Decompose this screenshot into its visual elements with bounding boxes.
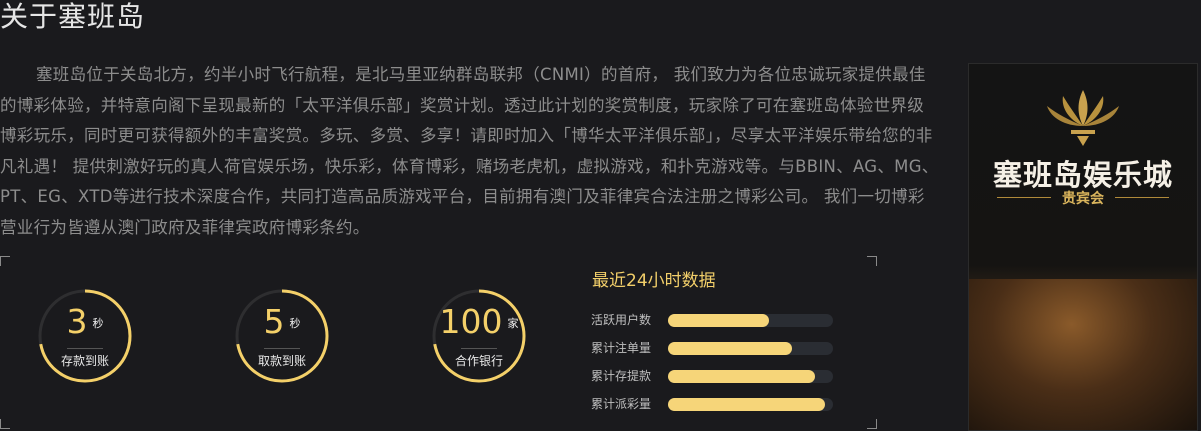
corner-decoration [867,256,877,266]
progress-fill [668,398,825,411]
promo-banner[interactable]: 塞班岛娱乐城 贵宾会 [968,63,1198,431]
stat-value: 3秒 [66,302,104,341]
stat-value: 100 家 [439,302,519,341]
corner-decoration [867,419,877,429]
corner-decoration [0,256,10,266]
progress-fill [668,370,815,383]
data-title: 最近24小时数据 [592,271,716,291]
bar-label: 累计注单量 [591,341,652,355]
crown-logo-icon [1047,90,1119,146]
stat-label: 合作银行 [454,354,503,368]
promo-subtitle: 贵宾会 [1062,191,1104,207]
progress-track [668,342,833,355]
intro-paragraph: 塞班岛位于关岛北方，约半小时飞行航程，是北马里亚纳群岛联邦（CNMI）的首府， … [0,65,939,237]
progress-track [668,370,833,383]
corner-decoration [0,419,10,429]
divider [67,348,103,349]
page-title: 关于塞班岛 [0,0,146,33]
stat-withdraw: 5秒 取款到账 [234,288,330,384]
stat-deposit: 3秒 存款到账 [37,288,133,384]
stat-value: 5秒 [263,302,301,341]
bar-label: 累计存提款 [591,369,652,383]
casino-photo [969,279,1197,430]
stat-label: 取款到账 [257,354,306,368]
progress-fill [668,314,769,327]
progress-track [668,314,833,327]
divider [264,348,300,349]
bar-label: 活跃用户数 [591,313,652,327]
progress-fill [668,342,792,355]
bar-label: 累计派彩量 [591,397,652,411]
stat-banks: 100 家 合作银行 [431,288,527,384]
progress-track [668,398,833,411]
stat-label: 存款到账 [60,354,109,368]
divider [461,348,497,349]
